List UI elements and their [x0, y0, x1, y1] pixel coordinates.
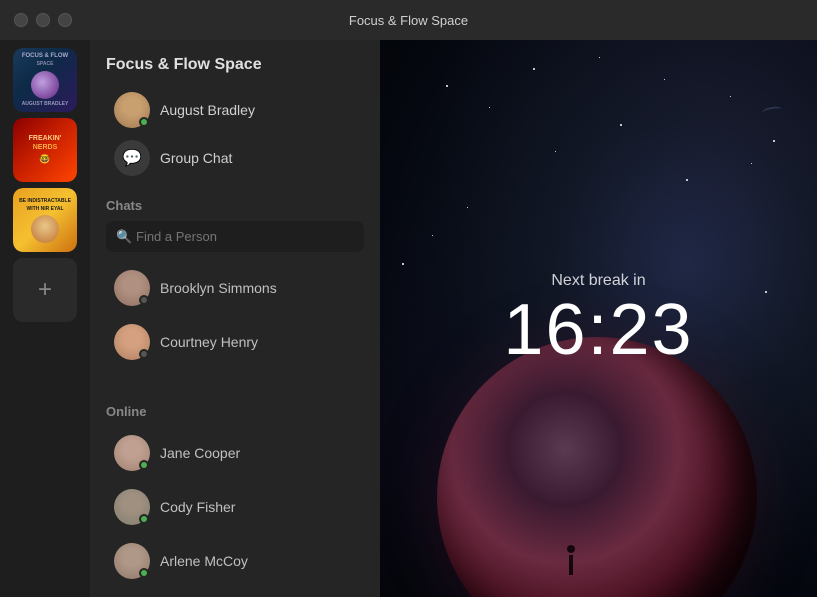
space-cover-august: FOCUS & FLOW SPACE AUGUST BRADLEY: [13, 48, 77, 112]
space-emoji-freakin: 🤓: [29, 154, 62, 165]
spaces-sidebar: FOCUS & FLOW SPACE AUGUST BRADLEY FREAKI…: [0, 40, 90, 597]
contact-item-cody[interactable]: Cody Fisher: [106, 481, 364, 533]
contact-name-cody: Cody Fisher: [160, 499, 235, 515]
chats-section: Chats 🔍 Brooklyn Simmons Courtney: [90, 190, 380, 396]
avatar-group: 💬: [114, 140, 150, 176]
space-detail-august: SPACE: [22, 61, 69, 67]
avatar-wrap-group: 💬: [114, 140, 150, 176]
member-name-august: August Bradley: [160, 102, 255, 118]
star: [765, 291, 767, 293]
space-item-indistractable[interactable]: BE INDISTRACTABLE WITH NIR EYAL: [13, 188, 77, 252]
member-name-group: Group Chat: [160, 150, 232, 166]
close-button[interactable]: [14, 13, 28, 27]
avatar-wrap-brooklyn: [114, 270, 150, 306]
space-subtitle-indistractable: BE INDISTRACTABLE: [19, 198, 71, 204]
star: [620, 124, 622, 126]
search-wrap: 🔍: [106, 221, 364, 252]
online-indicator-jane: [139, 460, 149, 470]
star: [533, 68, 535, 70]
space-cover-content-august: FOCUS & FLOW SPACE AUGUST BRADLEY: [18, 49, 73, 111]
space-cover-content-indistractable: BE INDISTRACTABLE WITH NIR EYAL: [15, 194, 75, 247]
timer-value: 16:23: [503, 294, 693, 366]
silhouette-body: [569, 555, 573, 575]
contact-item-jane[interactable]: Jane Cooper: [106, 427, 364, 479]
member-item-group[interactable]: 💬 Group Chat: [106, 134, 364, 182]
space-name-august: AUGUST BRADLEY: [22, 101, 69, 107]
space-panel-title: Focus & Flow Space: [106, 56, 364, 74]
star: [555, 151, 556, 152]
group-chat-icon: 💬: [122, 148, 142, 168]
space-cover-content-freakin: FREAKIN' NERDS 🤓: [25, 131, 66, 169]
bird-silhouette: [762, 105, 783, 116]
contact-item-arlene[interactable]: Arlene McCoy: [106, 535, 364, 587]
offline-indicator-brooklyn: [139, 295, 149, 305]
add-space-icon: +: [38, 276, 52, 304]
star: [751, 163, 752, 164]
add-space-button[interactable]: +: [13, 258, 77, 322]
avatar-wrap-cody: [114, 489, 150, 525]
search-icon: 🔍: [116, 229, 132, 245]
contact-item-brooklyn[interactable]: Brooklyn Simmons: [106, 262, 364, 314]
avatar-wrap-courtney: [114, 324, 150, 360]
window-title: Focus & Flow Space: [349, 13, 468, 28]
star: [664, 79, 665, 80]
chat-panel-header: Focus & Flow Space August Bradley 💬 Grou…: [90, 40, 380, 190]
star: [730, 96, 731, 97]
star: [773, 140, 775, 142]
star: [432, 235, 433, 236]
space-face-indistractable: [31, 215, 59, 243]
space-cover-freakin: FREAKIN' NERDS 🤓: [13, 118, 77, 182]
online-section: Online Jane Cooper Cody Fisher: [90, 396, 380, 597]
space-planet-august: [31, 71, 59, 99]
main-content: FOCUS & FLOW SPACE AUGUST BRADLEY FREAKI…: [0, 40, 817, 597]
avatar-wrap-august: [114, 92, 150, 128]
space-item-freakin[interactable]: FREAKIN' NERDS 🤓: [13, 118, 77, 182]
minimize-button[interactable]: [36, 13, 50, 27]
avatar-wrap-arlene: [114, 543, 150, 579]
contact-name-jane: Jane Cooper: [160, 445, 240, 461]
online-indicator-arlene: [139, 568, 149, 578]
star: [402, 263, 404, 265]
avatar-wrap-jane: [114, 435, 150, 471]
star: [467, 207, 468, 208]
star: [489, 107, 490, 108]
space-name-freakin: NERDS: [29, 144, 62, 151]
chats-section-label: Chats: [106, 198, 364, 213]
window-controls: [14, 13, 72, 27]
title-bar: Focus & Flow Space: [0, 0, 817, 40]
space-subtitle-august: FOCUS & FLOW: [22, 53, 69, 59]
space-name-indistractable: WITH NIR EYAL: [19, 206, 71, 212]
space-cover-indistractable: BE INDISTRACTABLE WITH NIR EYAL: [13, 188, 77, 252]
contact-name-brooklyn: Brooklyn Simmons: [160, 280, 277, 296]
member-item-august[interactable]: August Bradley: [106, 86, 364, 134]
online-indicator-august: [139, 117, 149, 127]
offline-indicator-courtney: [139, 349, 149, 359]
silhouette-head: [567, 545, 575, 553]
timer-overlay: Next break in 16:23: [503, 272, 693, 366]
contact-name-arlene: Arlene McCoy: [160, 553, 248, 569]
star: [686, 179, 688, 181]
timer-label: Next break in: [503, 272, 693, 290]
contact-item-courtney[interactable]: Courtney Henry: [106, 316, 364, 368]
search-input[interactable]: [106, 221, 364, 252]
maximize-button[interactable]: [58, 13, 72, 27]
star: [599, 57, 600, 58]
space-subtitle-freakin: FREAKIN': [29, 135, 62, 142]
background-scene: Next break in 16:23: [380, 40, 817, 597]
space-item-august[interactable]: FOCUS & FLOW SPACE AUGUST BRADLEY: [13, 48, 77, 112]
human-silhouette: [565, 545, 577, 577]
main-area: Next break in 16:23: [380, 40, 817, 597]
chat-panel: Focus & Flow Space August Bradley 💬 Grou…: [90, 40, 380, 597]
online-indicator-cody: [139, 514, 149, 524]
online-section-label: Online: [106, 404, 364, 419]
contact-name-courtney: Courtney Henry: [160, 334, 258, 350]
star: [446, 85, 448, 87]
